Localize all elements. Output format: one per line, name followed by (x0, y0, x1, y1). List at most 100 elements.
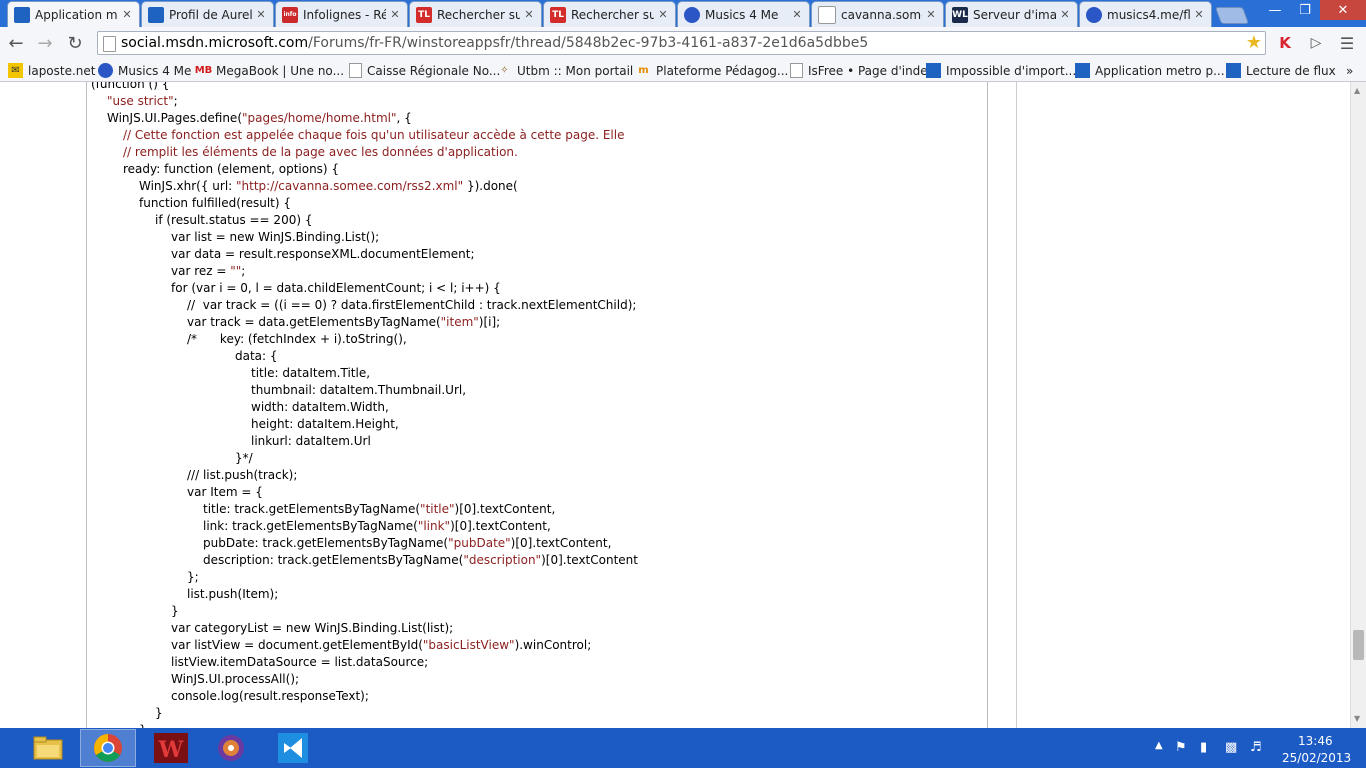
tab-close-icon[interactable]: ✕ (389, 8, 401, 21)
bookmark-10[interactable]: Lecture de flux (1226, 62, 1336, 79)
forward-button[interactable]: → (34, 32, 56, 54)
code-line: console.log(result.responseText); (171, 688, 369, 705)
action-center-flag-icon[interactable]: ⚑ (1175, 740, 1187, 755)
bookmark-2[interactable]: Musics 4 Me (98, 62, 191, 79)
code-line: pubDate: track.getElementsByTagName("pub… (203, 535, 611, 552)
code-token: (function () { (91, 82, 170, 91)
code-token: data: { (235, 349, 278, 363)
bookmarks-overflow-button[interactable]: » (1346, 62, 1353, 79)
scroll-up-icon[interactable]: ▲ (1354, 86, 1360, 95)
tab-2[interactable]: Profil de Aurel ✕ (141, 1, 274, 27)
code-token: height: dataItem.Height, (251, 417, 399, 431)
code-line: var track = data.getElementsByTagName("i… (187, 314, 500, 331)
bookmark-label: Utbm :: Mon portail (517, 63, 634, 78)
taskbar-winamax[interactable]: W (143, 729, 199, 767)
battery-icon[interactable]: ▮ (1200, 740, 1207, 755)
page-scrollbar[interactable]: ▲ ▼ (1350, 82, 1366, 728)
maximize-button[interactable]: ❐ (1290, 0, 1320, 20)
code-line: description: track.getElementsByTagName(… (203, 552, 638, 569)
taskbar-media-player[interactable] (203, 729, 259, 767)
bookmark-5[interactable]: ✧ Utbm :: Mon portail (497, 62, 633, 79)
volume-icon[interactable]: ♬ (1250, 740, 1262, 755)
code-token: }).done( (463, 179, 518, 193)
code-string: "use strict" (107, 94, 174, 108)
tab-close-icon[interactable]: ✕ (1193, 8, 1205, 21)
clock-date[interactable]: 25/02/2013 (1282, 751, 1351, 765)
code-token: )[0].textContent (541, 553, 638, 567)
code-token: var listView = document.getElementById( (171, 638, 423, 652)
code-token: } (171, 604, 179, 618)
code-token: if (result.status == 200) { (155, 213, 313, 227)
kaspersky-extension-button[interactable]: K (1274, 32, 1296, 54)
code-comment: // Cette fonction est appelée chaque foi… (123, 128, 625, 142)
scrollbar-thumb[interactable] (1353, 630, 1364, 660)
extension-button[interactable]: ▷ (1305, 32, 1327, 54)
tab-4[interactable]: TL Rechercher sur ✕ (409, 1, 542, 27)
code-line: title: dataItem.Title, (251, 365, 370, 382)
code-string: "basicListView" (422, 638, 515, 652)
tab-close-icon[interactable]: ✕ (1059, 8, 1071, 21)
code-line: ready: function (element, options) { (123, 161, 339, 178)
back-button[interactable]: ← (5, 32, 27, 54)
code-string: "link" (417, 519, 451, 533)
bookmark-star-icon[interactable]: ★ (1246, 32, 1262, 53)
new-tab-button[interactable] (1214, 7, 1250, 24)
bookmark-1[interactable]: ✉ laposte.net (8, 62, 96, 79)
tab-9[interactable]: musics4.me/fl ✕ (1079, 1, 1212, 27)
tab-5[interactable]: TL Rechercher sur ✕ (543, 1, 676, 27)
close-window-button[interactable]: ✕ (1320, 0, 1366, 20)
url-text[interactable]: social.msdn.microsoft.com/Forums/fr-FR/w… (121, 35, 868, 51)
taskbar-chrome[interactable] (80, 729, 136, 767)
minimize-button[interactable]: — (1260, 0, 1290, 20)
code-string: "" (230, 264, 242, 278)
code-token: // var track = ((i == 0) ? data.firstEle… (187, 298, 637, 312)
bookmark-6[interactable]: m Plateforme Pédagog... (636, 62, 788, 79)
clock-time[interactable]: 13:46 (1298, 734, 1333, 748)
infolignes-icon: info (282, 6, 298, 23)
taskbar-file-explorer[interactable] (20, 729, 76, 767)
code-line: /// list.push(track); (187, 467, 297, 484)
bookmark-8[interactable]: Impossible d'import... (926, 62, 1076, 79)
visual-studio-icon (278, 733, 308, 763)
tab-7[interactable]: cavanna.some ✕ (811, 1, 944, 27)
tab-close-icon[interactable]: ✕ (791, 8, 803, 21)
code-token: var list = new WinJS.Binding.List(); (171, 230, 380, 244)
code-line: "use strict"; (107, 93, 178, 110)
code-token: }; (187, 570, 199, 584)
code-token: list.push(Item); (187, 587, 279, 601)
scroll-down-icon[interactable]: ▼ (1354, 714, 1360, 723)
network-signal-icon[interactable]: ▩ (1225, 740, 1237, 755)
reload-button[interactable]: ↻ (64, 32, 86, 54)
tab-close-icon[interactable]: ✕ (121, 8, 133, 21)
tab-3[interactable]: info Infolignes - Ré ✕ (275, 1, 408, 27)
code-line: (function () { (91, 82, 169, 93)
tab-close-icon[interactable]: ✕ (255, 8, 267, 21)
moodle-icon: m (638, 65, 649, 76)
tray-expand-icon[interactable]: ▲ (1155, 740, 1163, 751)
tab-1[interactable]: Application m ✕ (7, 1, 140, 27)
tab-8[interactable]: WL Serveur d'imag ✕ (945, 1, 1078, 27)
msdn-icon (1075, 63, 1090, 78)
page-icon (790, 63, 803, 78)
code-token: var categoryList = new WinJS.Binding.Lis… (171, 621, 454, 635)
tab-6[interactable]: Musics 4 Me ✕ (677, 1, 810, 27)
tab-close-icon[interactable]: ✕ (657, 8, 669, 21)
code-line: } (171, 603, 179, 620)
code-token: var Item = { (187, 485, 263, 499)
bookmark-label: Application metro p... (1095, 63, 1225, 78)
code-token: )[0].textContent, (454, 502, 556, 516)
bookmark-7[interactable]: IsFree • Page d'index (790, 62, 935, 79)
code-token: description: track.getElementsByTagName( (203, 553, 464, 567)
tab-close-icon[interactable]: ✕ (925, 8, 937, 21)
bookmark-9[interactable]: Application metro p... (1075, 62, 1225, 79)
code-comment: // remplit les éléments de la page avec … (123, 145, 518, 159)
address-bar[interactable]: social.msdn.microsoft.com/Forums/fr-FR/w… (97, 31, 1266, 55)
menu-icon: ☰ (1339, 33, 1355, 53)
tab-close-icon[interactable]: ✕ (523, 8, 535, 21)
bookmark-4[interactable]: Caisse Régionale No... (349, 62, 500, 79)
chrome-menu-button[interactable]: ☰ (1336, 32, 1358, 54)
svg-text:W: W (158, 737, 184, 763)
taskbar-visual-studio[interactable] (265, 729, 321, 767)
bookmark-3[interactable]: MB MegaBook | Une no... (195, 62, 344, 79)
code-line: WinJS.UI.Pages.define("pages/home/home.h… (107, 110, 412, 127)
